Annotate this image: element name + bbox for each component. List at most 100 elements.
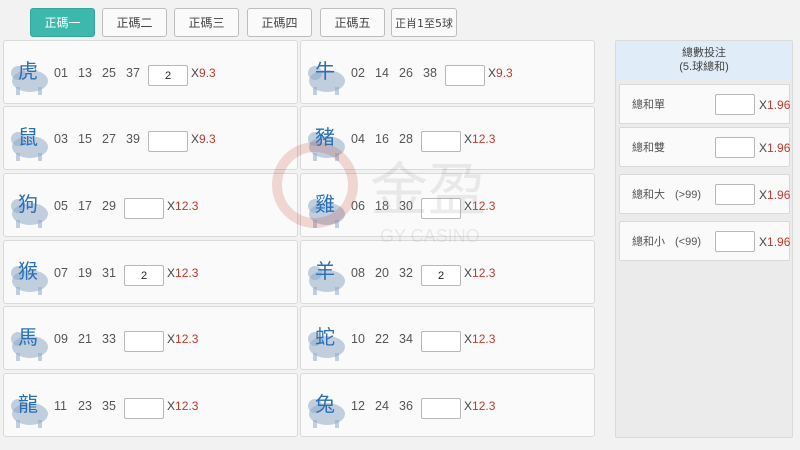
odds-prefix: X xyxy=(167,199,176,213)
zodiac-number: 15 xyxy=(78,132,92,146)
zodiac-number: 06 xyxy=(351,199,365,213)
zodiac-animal-label: 牛 xyxy=(315,59,335,83)
zodiac-animal-label: 羊 xyxy=(315,259,335,283)
odds-number: 12.3 xyxy=(472,399,496,413)
total-bet-row: 總和小 (<99) X1.96 xyxy=(619,221,790,261)
odds-number: 9.3 xyxy=(199,66,216,80)
zodiac-number: 24 xyxy=(375,399,389,413)
bet-amount-input[interactable] xyxy=(124,198,164,219)
odds-number: 1.96 xyxy=(767,235,791,249)
odds-value: X12.3 xyxy=(464,241,495,305)
bet-amount-input[interactable] xyxy=(124,265,164,286)
bet-amount-input[interactable] xyxy=(421,398,461,419)
total-bet-subtitle: (5.球總和) xyxy=(679,61,729,73)
zodiac-animal-label: 馬 xyxy=(18,325,38,349)
tab-zhengma-1[interactable]: 正碼一 xyxy=(30,8,95,37)
zodiac-number: 37 xyxy=(126,66,140,80)
zodiac-animal-label: 豬 xyxy=(315,125,335,149)
zodiac-number: 32 xyxy=(399,266,413,280)
total-bet-header: 總數投注 (5.球總和) xyxy=(616,41,792,79)
tab-zhengma-4[interactable]: 正碼四 xyxy=(247,8,312,37)
zodiac-animal-label: 虎 xyxy=(18,59,38,83)
zodiac-number: 35 xyxy=(102,399,116,413)
odds-value: X9.3 xyxy=(488,41,513,105)
total-bet-label: 總和單 xyxy=(632,85,665,125)
total-bet-input[interactable] xyxy=(715,231,755,252)
odds-number: 12.3 xyxy=(472,132,496,146)
zodiac-number: 03 xyxy=(54,132,68,146)
zodiac-number: 28 xyxy=(399,132,413,146)
total-bet-row: 總和雙 X1.96 xyxy=(619,127,790,167)
zodiac-number: 18 xyxy=(375,199,389,213)
bet-amount-input[interactable] xyxy=(421,331,461,352)
odds-prefix: X xyxy=(464,332,473,346)
tab-zhengxiao[interactable]: 正肖1至5球 xyxy=(391,8,457,37)
zodiac-cell: 猴 07 19 31 X12.3 xyxy=(3,240,298,304)
total-odds-value: X1.96 xyxy=(759,222,790,262)
odds-value: X9.3 xyxy=(191,107,216,171)
zodiac-number: 02 xyxy=(351,66,365,80)
zodiac-number: 23 xyxy=(78,399,92,413)
zodiac-number: 10 xyxy=(351,332,365,346)
zodiac-cell: 龍 11 23 35 X12.3 xyxy=(3,373,298,437)
odds-number: 12.3 xyxy=(175,199,199,213)
odds-number: 1.96 xyxy=(767,188,791,202)
odds-prefix: X xyxy=(759,235,768,249)
zodiac-cell: 蛇 10 22 34 X12.3 xyxy=(300,306,595,370)
total-bet-label: 總和小 (<99) xyxy=(632,222,701,262)
total-bet-input[interactable] xyxy=(715,137,755,158)
bet-amount-input[interactable] xyxy=(421,198,461,219)
total-odds-value: X1.96 xyxy=(759,128,790,168)
zodiac-number: 11 xyxy=(54,399,67,413)
odds-value: X12.3 xyxy=(167,374,198,438)
total-bet-label-text: 總和小 xyxy=(632,236,665,248)
zodiac-cell: 虎 01 13 25 37 X9.3 xyxy=(3,40,298,104)
odds-value: X12.3 xyxy=(464,107,495,171)
zodiac-number: 20 xyxy=(375,266,389,280)
bet-amount-input[interactable] xyxy=(421,265,461,286)
bet-amount-input[interactable] xyxy=(148,65,188,86)
zodiac-number: 08 xyxy=(351,266,365,280)
bet-amount-input[interactable] xyxy=(421,131,461,152)
bet-amount-input[interactable] xyxy=(148,131,188,152)
bet-amount-input[interactable] xyxy=(124,398,164,419)
zodiac-number: 17 xyxy=(78,199,92,213)
odds-number: 1.96 xyxy=(767,98,791,112)
total-bet-row: 總和單 X1.96 xyxy=(619,84,790,124)
odds-number: 1.96 xyxy=(767,141,791,155)
zodiac-number: 21 xyxy=(78,332,92,346)
bet-amount-input[interactable] xyxy=(445,65,485,86)
odds-prefix: X xyxy=(464,399,473,413)
tab-zhengma-3[interactable]: 正碼三 xyxy=(174,8,239,37)
zodiac-number: 12 xyxy=(351,399,365,413)
bet-amount-input[interactable] xyxy=(124,331,164,352)
odds-value: X12.3 xyxy=(167,241,198,305)
odds-value: X12.3 xyxy=(464,174,495,238)
odds-value: X12.3 xyxy=(167,174,198,238)
zodiac-number: 04 xyxy=(351,132,365,146)
total-bet-label-text: 總和大 xyxy=(632,189,665,201)
odds-number: 12.3 xyxy=(472,199,496,213)
zodiac-number: 22 xyxy=(375,332,389,346)
tab-zhengma-5[interactable]: 正碼五 xyxy=(320,8,385,37)
total-bet-input[interactable] xyxy=(715,94,755,115)
zodiac-number: 33 xyxy=(102,332,116,346)
zodiac-cell: 羊 08 20 32 X12.3 xyxy=(300,240,595,304)
odds-number: 12.3 xyxy=(175,332,199,346)
zodiac-animal-label: 兔 xyxy=(315,392,335,416)
odds-number: 12.3 xyxy=(175,399,199,413)
total-odds-value: X1.96 xyxy=(759,175,790,215)
odds-value: X9.3 xyxy=(191,41,216,105)
total-bet-input[interactable] xyxy=(715,184,755,205)
zodiac-number: 36 xyxy=(399,399,413,413)
zodiac-cell: 雞 06 18 30 X12.3 xyxy=(300,173,595,237)
zodiac-animal-label: 鼠 xyxy=(18,125,38,149)
total-bet-range: (<99) xyxy=(675,236,701,248)
total-bet-label: 總和大 (>99) xyxy=(632,175,701,215)
zodiac-number: 31 xyxy=(102,266,116,280)
tab-zhengma-2[interactable]: 正碼二 xyxy=(102,8,167,37)
zodiac-cell: 牛 02 14 26 38 X9.3 xyxy=(300,40,595,104)
total-bet-label: 總和雙 xyxy=(632,128,665,168)
odds-prefix: X xyxy=(464,266,473,280)
zodiac-number: 29 xyxy=(102,199,116,213)
